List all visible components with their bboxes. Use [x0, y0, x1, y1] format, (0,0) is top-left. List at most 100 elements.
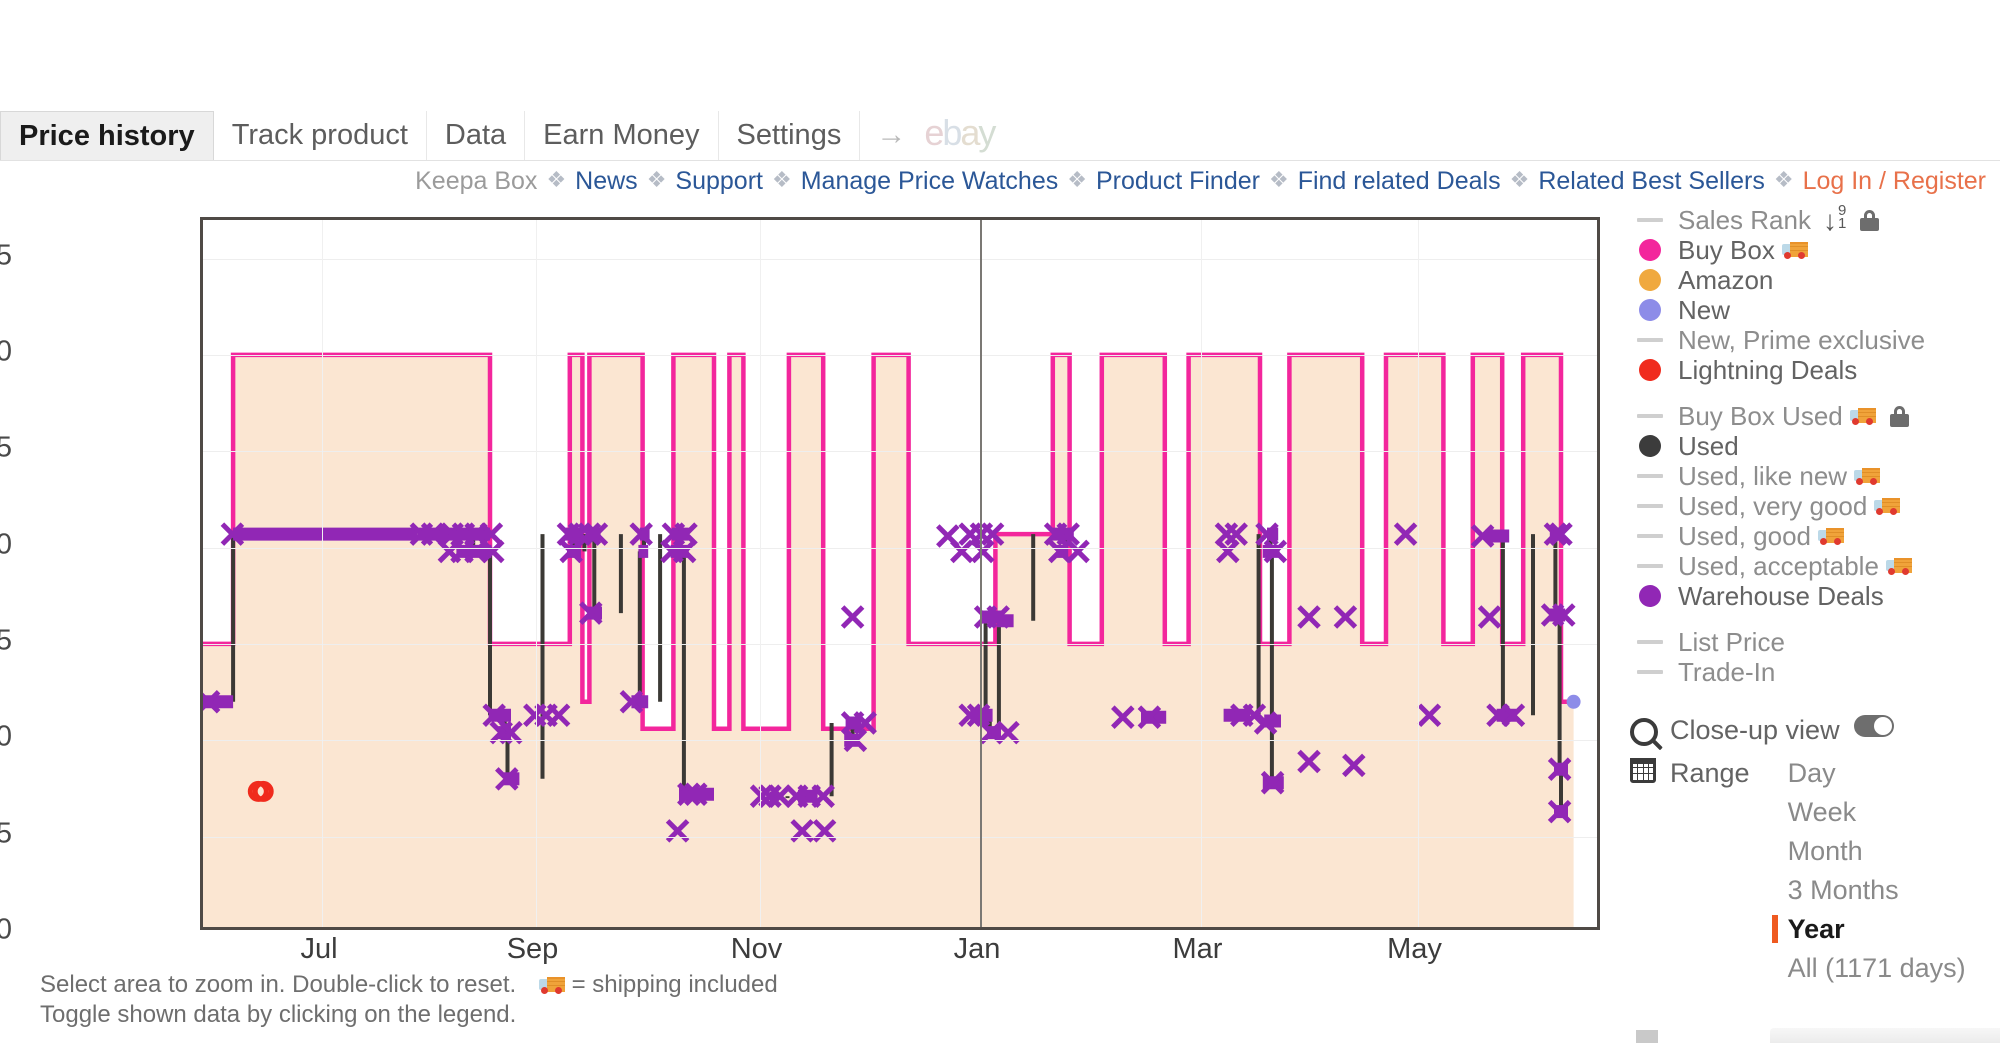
- vertical-gridline: [322, 220, 323, 927]
- legend-item-used[interactable]: Used: [1630, 431, 2000, 461]
- legend-dot-icon: [1630, 585, 1670, 607]
- nav-link-product-finder[interactable]: Product Finder: [1096, 167, 1260, 196]
- shipping-truck-icon: [1781, 241, 1808, 259]
- page-bottom-truncated-icon: [1636, 1030, 1658, 1043]
- horizontal-gridline: [203, 547, 1597, 549]
- legend-item-buy-box-used[interactable]: Buy Box Used: [1630, 401, 2000, 431]
- legend-item-new-prime-exclusive[interactable]: New, Prime exclusive: [1630, 325, 2000, 355]
- horizontal-gridline: [203, 451, 1597, 453]
- closeup-view-control[interactable]: Close-up view: [1630, 715, 2000, 746]
- calendar-icon: [1630, 754, 1670, 783]
- nav-separator-icon: ❖: [1509, 167, 1530, 192]
- magnifier-icon: [1630, 715, 1670, 746]
- tab-data[interactable]: Data: [427, 111, 526, 160]
- secondary-nav: Keepa Box ❖ News ❖ Support ❖ Manage Price Watc…: [0, 161, 2000, 201]
- legend-item-used-acceptable[interactable]: Used, acceptable: [1630, 551, 2000, 581]
- chart-cursor-line: [980, 220, 982, 927]
- range-option-week[interactable]: Week: [1772, 793, 1966, 832]
- legend-dot-icon: [1630, 299, 1670, 321]
- footnote-zoom-hint: Select area to zoom in. Double-click to …: [40, 971, 517, 998]
- legend-item-warehouse-deals[interactable]: Warehouse Deals: [1630, 581, 2000, 611]
- legend-item-new[interactable]: New: [1630, 295, 2000, 325]
- legend-dot-icon: [1630, 359, 1670, 381]
- arrow-right-icon: →: [876, 118, 907, 151]
- legend-item-label: Lightning Deals: [1678, 354, 1858, 385]
- ebay-logo-letter-a: a: [960, 112, 980, 153]
- lock-icon: [1860, 209, 1880, 231]
- legend-item-label: New: [1678, 294, 1731, 325]
- legend-dash-icon: [1630, 564, 1670, 568]
- nav-separator-icon: ❖: [771, 167, 792, 192]
- chart-legend[interactable]: Sales Rank ↓ 9 1 Buy Box Amazon New New, Prime …: [1630, 203, 2000, 988]
- y-axis-tick-label: $ 20: [0, 720, 12, 753]
- lock-icon: [1889, 405, 1909, 427]
- nav-link-find-related-deals[interactable]: Find related Deals: [1298, 167, 1501, 196]
- legend-item-label: Amazon: [1678, 264, 1774, 295]
- price-history-chart[interactable]: $ 45 $ 40 $ 35 $ 30 $ 25 $ 20 $ 15 $ 10 Jul Sep N…: [0, 205, 1620, 1028]
- closeup-view-label: Close-up view: [1670, 715, 1840, 745]
- plot-area[interactable]: [200, 217, 1600, 930]
- tab-track-product[interactable]: Track product: [214, 111, 427, 160]
- legend-rows[interactable]: Sales Rank ↓ 9 1 Buy Box Amazon New New, Prime …: [1630, 203, 2000, 687]
- y-axis-tick-label: $ 30: [0, 528, 12, 561]
- ebay-logo[interactable]: ebay: [920, 108, 1004, 160]
- legend-item-used-very-good[interactable]: Used, very good: [1630, 491, 2000, 521]
- warehouse-data-marker[interactable]: [840, 605, 865, 629]
- nav-link-news[interactable]: News: [575, 167, 638, 196]
- legend-item-list-price[interactable]: List Price: [1630, 627, 2000, 657]
- vertical-gridline: [535, 220, 537, 927]
- x-axis-tick-label: Jul: [300, 933, 338, 965]
- legend-item-used-like-new[interactable]: Used, like new: [1630, 461, 2000, 491]
- legend-item-label: Sales Rank: [1678, 204, 1811, 235]
- closeup-view-toggle[interactable]: [1853, 715, 1894, 737]
- tab-price-history[interactable]: Price history: [0, 111, 214, 160]
- legend-item-lightning-deals[interactable]: Lightning Deals: [1630, 355, 2000, 385]
- legend-item-label: Buy Box Used: [1678, 400, 1843, 431]
- rank-range-numbers: 91: [1838, 203, 1846, 231]
- chart-controls[interactable]: Close-up view Range Day Week Month 3 Months…: [1630, 715, 2000, 988]
- page-bottom-truncated-panel: [1770, 1028, 2000, 1043]
- range-control[interactable]: Range Day Week Month 3 Months Year All (1171 …: [1630, 754, 2000, 988]
- shipping-truck-icon: [1854, 467, 1881, 485]
- vertical-gridline: [1200, 220, 1202, 927]
- legend-dash-icon: [1630, 218, 1670, 222]
- horizontal-gridline: [203, 836, 1597, 838]
- chart-canvas[interactable]: [203, 220, 1600, 930]
- range-label: Range: [1670, 758, 1750, 788]
- nav-link-log-in-register[interactable]: Log In / Register: [1803, 167, 1986, 196]
- range-option-month[interactable]: Month: [1772, 832, 1966, 871]
- legend-item-label: Used, acceptable: [1678, 550, 1879, 581]
- range-option-year[interactable]: Year: [1771, 910, 1966, 949]
- legend-item-amazon[interactable]: Amazon: [1630, 265, 2000, 295]
- legend-dot-icon: [1630, 239, 1670, 261]
- footnote-shipping-hint: = shipping included: [571, 971, 778, 998]
- range-option-all-1171-days[interactable]: All (1171 days): [1772, 949, 1966, 988]
- legend-item-trade-in[interactable]: Trade-In: [1630, 657, 2000, 687]
- legend-item-sales-rank[interactable]: Sales Rank ↓ 9 1: [1630, 203, 2000, 236]
- y-axis-tick-label: $ 10: [0, 913, 12, 946]
- legend-item-label: Used, very good: [1678, 490, 1868, 521]
- warehouse-data-marker[interactable]: [971, 539, 995, 564]
- nav-link-related-best-sellers[interactable]: Related Best Sellers: [1538, 167, 1765, 196]
- nav-brand-keepa-box: Keepa Box: [415, 166, 538, 195]
- legend-item-buy-box[interactable]: Buy Box: [1630, 235, 2000, 265]
- page-bottom-truncated-text: [200, 1031, 600, 1043]
- legend-item-used-good[interactable]: Used, good: [1630, 521, 2000, 551]
- range-options[interactable]: Day Week Month 3 Months Year All (1171 days): [1771, 754, 1966, 988]
- shipping-truck-icon: [1849, 407, 1876, 425]
- y-axis-tick-label: $ 35: [0, 431, 12, 464]
- tab-earn-money[interactable]: Earn Money: [525, 111, 719, 160]
- horizontal-gridline: [203, 643, 1597, 645]
- footnote-legend-hint: Toggle shown data by clicking on the leg…: [40, 1001, 517, 1028]
- new-price-endpoint[interactable]: [1566, 694, 1581, 709]
- nav-separator-icon: ❖: [546, 167, 567, 192]
- legend-dash-icon: [1630, 640, 1670, 644]
- nav-link-support[interactable]: Support: [675, 167, 763, 196]
- legend-dot-icon: [1630, 435, 1670, 457]
- legend-group-divider: [1630, 385, 2000, 401]
- range-option-day[interactable]: Day: [1772, 754, 1966, 793]
- range-option-3-months[interactable]: 3 Months: [1772, 871, 1966, 910]
- tab-settings[interactable]: Settings: [719, 111, 861, 160]
- x-axis-tick-label: Sep: [506, 933, 559, 965]
- nav-link-manage-price-watches[interactable]: Manage Price Watches: [801, 167, 1059, 196]
